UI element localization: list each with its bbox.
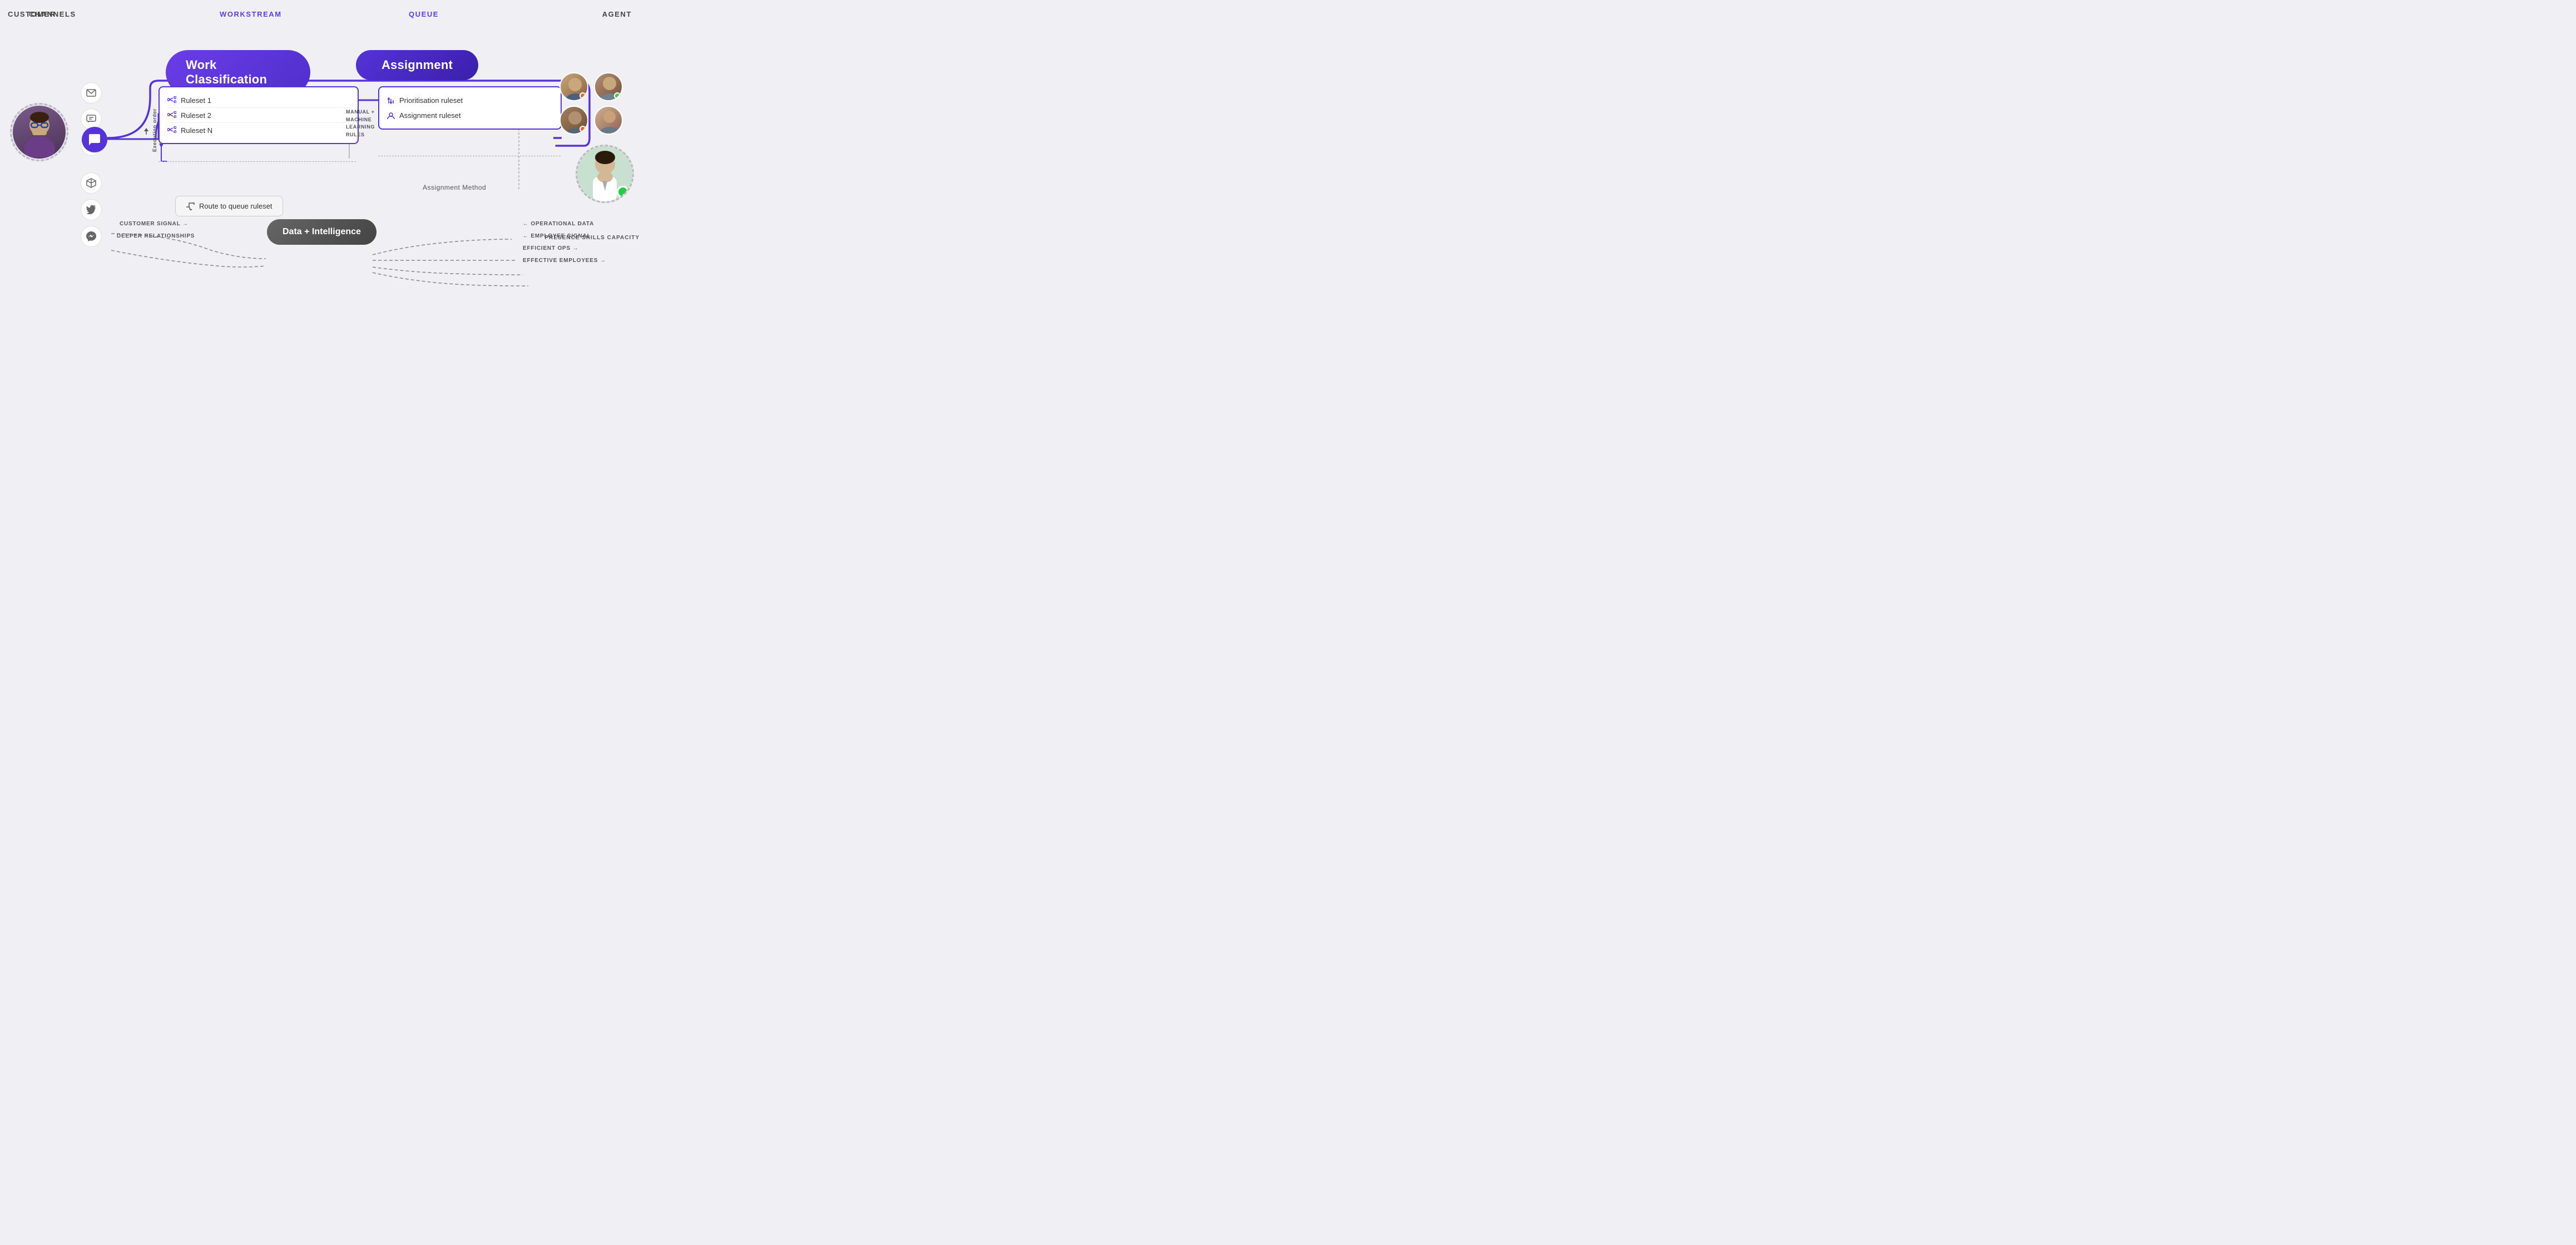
assignment-row: Assignment ruleset <box>387 108 553 123</box>
main-agent-avatar <box>576 145 634 203</box>
chat-bubble-icon <box>82 127 107 152</box>
efficient-ops-label: EFFICIENT OPS → <box>523 245 578 251</box>
data-intelligence-pill: Data + Intelligence <box>267 219 377 245</box>
ruleset-row-n: Ruleset N <box>167 123 350 137</box>
header-agent: AGENT <box>602 10 632 18</box>
ruleset-label-2: Ruleset 2 <box>181 111 211 120</box>
sms-channel-icon[interactable] <box>81 108 102 130</box>
cube-channel-icon[interactable] <box>81 172 102 194</box>
deeper-relationships-label: DEEPER RELATIONSHIPS <box>117 233 195 239</box>
assignment-ruleset-label: Assignment ruleset <box>399 111 461 120</box>
assignment-pill: Assignment <box>356 50 478 80</box>
manual-label: MANUAL +MACHINELEARNINGRULES <box>346 108 375 139</box>
agent-avatar-2 <box>594 72 623 101</box>
ruleset-icon-n <box>167 126 176 135</box>
agent-attributes-label: PRESENCE SKILLS CAPACITY <box>545 234 640 243</box>
ruleset-icon-1 <box>167 96 176 105</box>
operational-data-label: ← OPERATIONAL DATA <box>523 221 594 227</box>
queue-assignment-box: Prioritisation ruleset Assignment rulese… <box>378 86 562 130</box>
assignment-label: Assignment <box>382 58 453 72</box>
prioritisation-label: Prioritisation ruleset <box>399 96 463 105</box>
route-label: Route to queue ruleset <box>199 202 273 210</box>
ruleset-icon-2 <box>167 111 176 120</box>
ruleset-row-2: Ruleset 2 <box>167 108 350 123</box>
header-queue: QUEUE <box>409 10 439 18</box>
agent-avatar-3 <box>559 106 588 135</box>
execution-label-text: Execution order <box>152 108 157 152</box>
twitter-channel-icon[interactable] <box>81 199 102 220</box>
customer-signal-label: CUSTOMER SIGNAL → <box>120 221 189 227</box>
agent-avatar-4 <box>594 106 623 135</box>
ruleset-label-1: Ruleset 1 <box>181 96 211 105</box>
effective-employees-label: EFFECTIVE EMPLOYEES → <box>523 258 606 264</box>
messenger-channel-icon[interactable] <box>81 226 102 247</box>
workstream-ruleset-box: Ruleset 1 Ruleset 2 <box>158 86 359 144</box>
workstream-divider <box>158 161 356 162</box>
ruleset-row-1: Ruleset 1 <box>167 93 350 108</box>
header-channels: CHANNELS <box>29 10 76 18</box>
ruleset-label-n: Ruleset N <box>181 126 212 135</box>
customer-avatar <box>10 103 68 161</box>
work-classification-label: Work Classification <box>186 58 290 87</box>
prioritisation-row: Prioritisation ruleset <box>387 93 553 108</box>
email-channel-icon[interactable] <box>81 82 102 103</box>
diagram-container: CUSTOMER CHANNELS WORKSTREAM QUEUE AGENT… <box>0 0 644 312</box>
agent-avatar-1 <box>559 72 588 101</box>
header-workstream: WORKSTREAM <box>220 10 282 18</box>
assignment-method-label: Assignment Method <box>423 184 486 191</box>
route-to-queue-box: Route to queue ruleset <box>175 196 283 216</box>
execution-order-label: Execution order <box>143 108 157 152</box>
